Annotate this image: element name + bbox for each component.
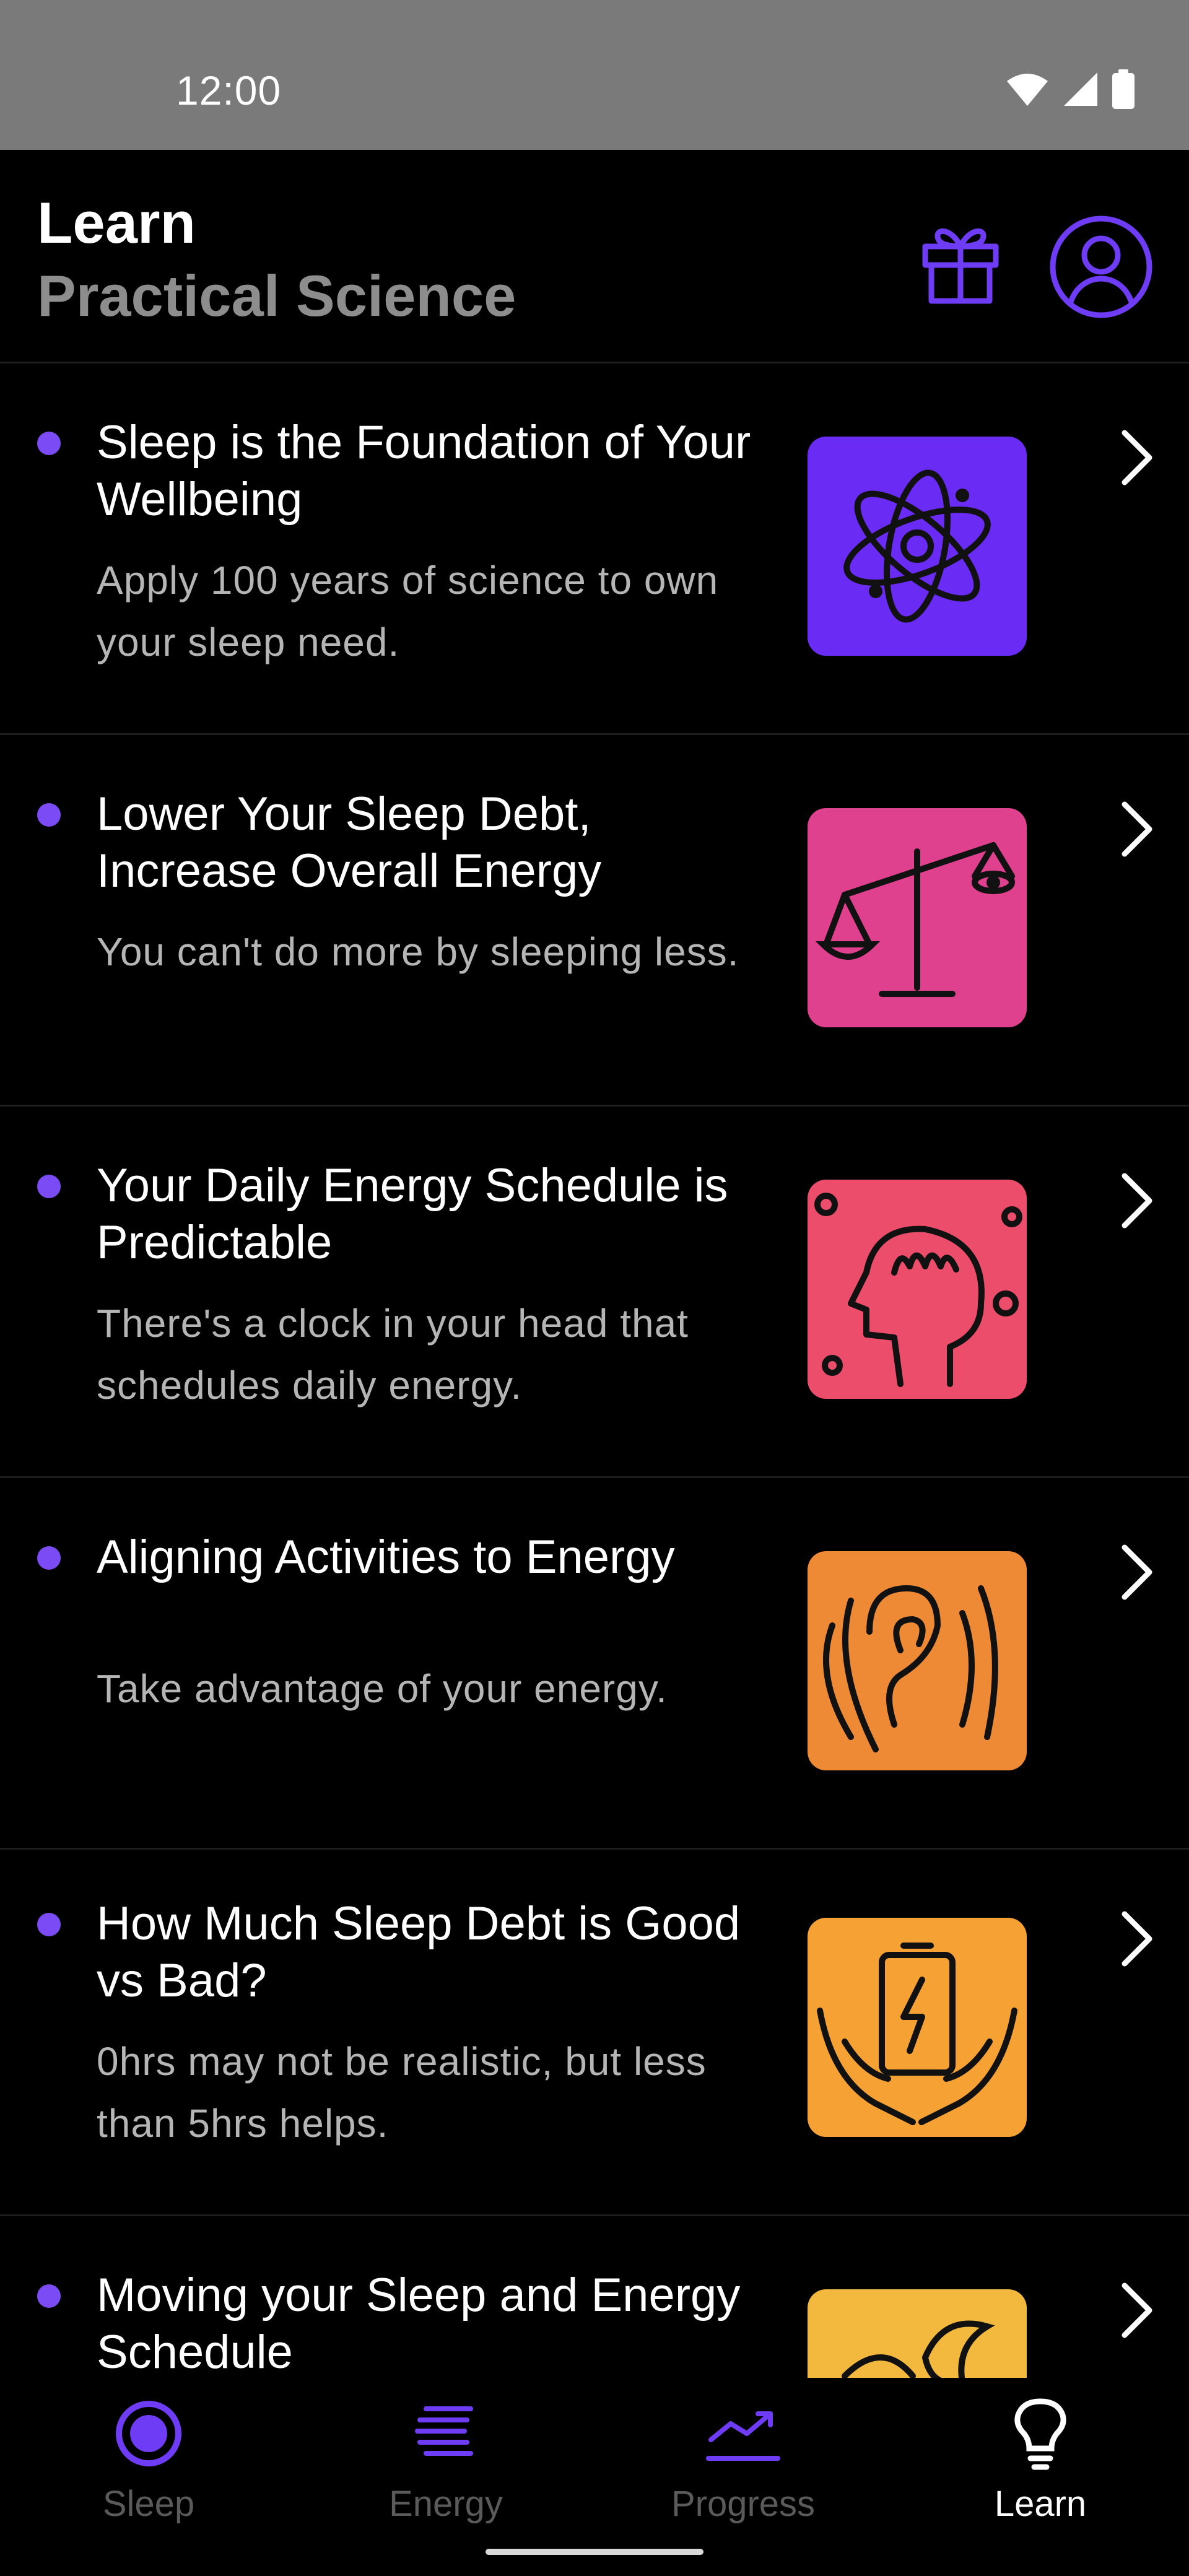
unread-dot	[37, 1175, 61, 1198]
unread-dot	[37, 2284, 61, 2308]
unread-dot	[37, 432, 61, 455]
home-indicator[interactable]	[486, 2549, 703, 2555]
lesson-item[interactable]: Moving your Sleep and Energy Schedule	[0, 2216, 1189, 2378]
energy-icon	[409, 2396, 483, 2471]
lesson-title: Aligning Activities to Energy	[97, 1531, 675, 1583]
chevron-right-icon	[1117, 425, 1157, 490]
lesson-title: How Much Sleep Debt is Good vs Bad?	[97, 1897, 741, 2007]
balance-scale-icon	[808, 808, 1027, 1027]
moon-icon	[808, 2289, 1027, 2378]
bottom-nav: Sleep Energy Progress Learn	[0, 2378, 1189, 2576]
chevron-right-icon	[1117, 2278, 1157, 2343]
chevron-right-icon	[1117, 1907, 1157, 1971]
chevron-right-icon	[1117, 1168, 1157, 1233]
lesson-item[interactable]: Lower Your Sleep Debt, Increase Overall …	[0, 735, 1189, 1107]
nav-label: Energy	[389, 2484, 503, 2524]
wifi-icon	[1006, 71, 1049, 107]
flower-icon	[808, 437, 1027, 656]
status-bar: 12:00	[0, 0, 1189, 150]
ear-icon	[808, 1551, 1027, 1770]
profile-icon	[1048, 215, 1154, 322]
nav-label: Learn	[994, 2484, 1087, 2524]
lesson-title: Your Daily Energy Schedule is Predictabl…	[97, 1159, 728, 1269]
lesson-description: Apply 100 years of science to own your s…	[97, 558, 719, 664]
head-profile-icon	[808, 1180, 1027, 1399]
lesson-title: Lower Your Sleep Debt, Increase Overall …	[97, 788, 602, 897]
status-time: 12:00	[176, 67, 282, 113]
header: Learn Practical Science	[0, 150, 1189, 363]
lesson-description: You can't do more by sleeping less.	[97, 929, 739, 974]
nav-label: Progress	[671, 2484, 816, 2524]
chevron-right-icon	[1117, 1540, 1157, 1604]
lesson-item[interactable]: How Much Sleep Debt is Good vs Bad? 0hrs…	[0, 1845, 1189, 2216]
status-icons	[1006, 69, 1135, 109]
signal-icon	[1063, 71, 1099, 107]
chevron-right-icon	[1117, 797, 1157, 861]
lesson-description: 0hrs may not be realistic, but less than…	[97, 2039, 707, 2146]
progress-icon	[706, 2396, 780, 2471]
page-title: Learn	[37, 190, 196, 255]
unread-dot	[37, 803, 61, 827]
lesson-item[interactable]: Sleep is the Foundation of Your Wellbein…	[0, 363, 1189, 735]
learn-icon	[1003, 2396, 1078, 2471]
lesson-item[interactable]: Aligning Activities to Energy Take advan…	[0, 1478, 1189, 1850]
gift-button[interactable]	[914, 214, 1007, 307]
unread-dot	[37, 1913, 61, 1936]
battery-icon	[1112, 69, 1135, 109]
unread-dot	[37, 1546, 61, 1570]
nav-item-progress[interactable]: Progress	[619, 2396, 867, 2533]
lesson-description: Take advantage of your energy.	[97, 1666, 668, 1711]
profile-button[interactable]	[1048, 214, 1154, 320]
nav-item-learn[interactable]: Learn	[917, 2396, 1164, 2533]
lessons-list: Sleep is the Foundation of Your Wellbein…	[0, 363, 1189, 2378]
lesson-title: Moving your Sleep and Energy Schedule	[97, 2269, 741, 2378]
battery-hands-icon	[808, 1918, 1027, 2137]
lesson-description: There's a clock in your head that schedu…	[97, 1301, 689, 1408]
page-subtitle: Practical Science	[37, 263, 516, 328]
nav-label: Sleep	[102, 2484, 195, 2524]
gift-icon	[914, 228, 1007, 310]
nav-item-energy[interactable]: Energy	[322, 2396, 570, 2533]
nav-item-sleep[interactable]: Sleep	[25, 2396, 272, 2533]
lesson-title: Sleep is the Foundation of Your Wellbein…	[97, 416, 751, 526]
lesson-item[interactable]: Your Daily Energy Schedule is Predictabl…	[0, 1107, 1189, 1478]
sleep-icon	[111, 2396, 186, 2471]
